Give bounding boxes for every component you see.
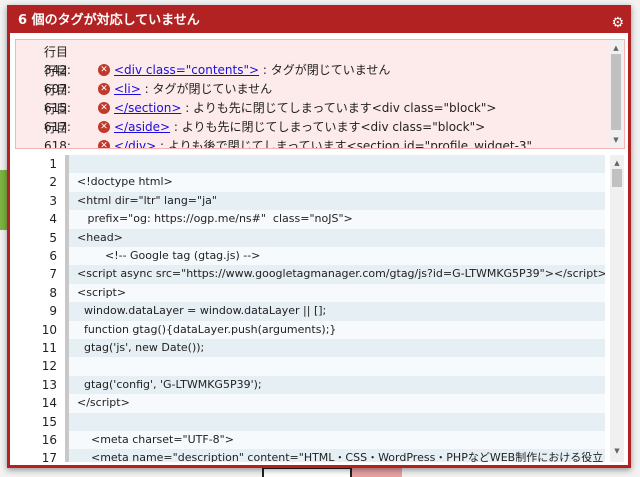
- error-line-number: 行目 618:: [44, 121, 71, 149]
- dialog-header: 6 個のタグが対応していません ⚙: [10, 8, 628, 33]
- error-list: ▲ ▼ 行目 342: ✕ <div class="contents"> : タグが…: [15, 39, 625, 149]
- code-text: <meta charset="UTF-8">: [65, 431, 605, 450]
- line-number: 15: [41, 414, 57, 429]
- background-page: [352, 467, 402, 477]
- code-text: gtag('js', new Date());: [65, 339, 605, 358]
- code-line: 6 <!-- Google tag (gtag.js) -->: [15, 247, 605, 266]
- scroll-down-icon[interactable]: ▼: [609, 134, 623, 146]
- line-number: 5: [49, 230, 57, 245]
- line-number: 3: [49, 193, 57, 208]
- line-number: 6: [49, 249, 57, 263]
- line-number: 8: [49, 285, 57, 300]
- code-line: 8 <script>: [15, 283, 605, 303]
- line-number: 4: [49, 212, 57, 227]
- scrollbar-thumb[interactable]: [611, 54, 621, 130]
- scroll-down-icon[interactable]: ▼: [610, 445, 624, 457]
- code-line: 10 function gtag(){dataLayer.push(argume…: [15, 320, 605, 339]
- line-number: 13: [41, 377, 57, 392]
- background-page: [262, 467, 352, 477]
- source-code-view: ▲ ▼ 1 2 <!doctype html> 3 <html dir="ltr" la…: [15, 155, 625, 462]
- error-tag-link[interactable]: </div>: [114, 139, 156, 148]
- error-icon: ✕: [98, 140, 110, 148]
- code-text: <!doctype html>: [65, 173, 605, 192]
- tag-check-dialog: 6 個のタグが対応していません ⚙ ▲ ▼ 行目 342: ✕ <div class…: [7, 5, 631, 468]
- code-line: 13 gtag('config', 'G-LTWMKG5P39');: [15, 375, 605, 395]
- line-number: 9: [49, 304, 57, 319]
- line-number: 10: [41, 322, 57, 337]
- code-text: [65, 412, 605, 431]
- code-text: function gtag(){dataLayer.push(arguments…: [65, 320, 605, 339]
- code-text: <html dir="ltr" lang="ja": [65, 191, 605, 211]
- code-text: [65, 155, 605, 174]
- background-page: [0, 170, 7, 230]
- line-number: 1: [49, 157, 57, 171]
- line-number: 11: [41, 341, 57, 355]
- code-line: 14 </script>: [15, 394, 605, 413]
- code-line: 16 <meta charset="UTF-8">: [15, 431, 605, 450]
- code-line: 4 prefix="og: https://ogp.me/ns#" class=…: [15, 210, 605, 229]
- code-text: <script>: [65, 283, 605, 303]
- code-line: 7 <script async src="https://www.googleta…: [15, 265, 605, 284]
- line-number: 7: [49, 267, 57, 282]
- line-number: 2: [49, 175, 57, 190]
- code-line: 17 <meta name="description" content="HTM…: [15, 449, 605, 462]
- line-number: 12: [41, 359, 57, 374]
- code-text: <meta name="description" content="HTML・C…: [65, 449, 605, 462]
- line-number: 16: [41, 433, 57, 447]
- scroll-up-icon[interactable]: ▲: [609, 42, 623, 54]
- code-text: </script>: [65, 394, 605, 413]
- code-line: 5 <head>: [15, 228, 605, 247]
- code-line: 9 window.dataLayer = window.dataLayer ||…: [15, 302, 605, 321]
- code-line: 2 <!doctype html>: [15, 173, 605, 192]
- code-text: window.dataLayer = window.dataLayer || […: [65, 302, 605, 321]
- code-line: 3 <html dir="ltr" lang="ja": [15, 191, 605, 211]
- scrollbar-thumb[interactable]: [612, 169, 622, 187]
- error-message: : よりも後で閉じてしまっています: [156, 139, 347, 149]
- code-text: <!-- Google tag (gtag.js) -->: [65, 247, 605, 266]
- code-line: 11 gtag('js', new Date());: [15, 339, 605, 358]
- code-text: prefix="og: https://ogp.me/ns#" class="n…: [65, 210, 605, 229]
- error-list-scrollbar[interactable]: ▲ ▼: [609, 40, 623, 148]
- scroll-up-icon[interactable]: ▲: [610, 157, 624, 169]
- code-text: <script async src="https://www.googletag…: [65, 265, 605, 284]
- code-line: 12: [15, 357, 605, 376]
- line-number: 14: [41, 396, 57, 411]
- error-item: 行目 618: ✕ </div> : よりも後で閉じてしまっています<section…: [44, 119, 604, 149]
- code-scrollbar[interactable]: ▲ ▼: [610, 155, 624, 462]
- code-line: 1: [15, 155, 605, 174]
- line-number: 17: [41, 451, 57, 462]
- code-text: <head>: [65, 228, 605, 247]
- code-line: 15: [15, 412, 605, 431]
- gear-icon[interactable]: ⚙: [611, 11, 624, 36]
- dialog-title: 6 個のタグが対応していません: [18, 13, 200, 28]
- code-text: gtag('config', 'G-LTWMKG5P39');: [65, 375, 605, 395]
- code-text: [65, 357, 605, 376]
